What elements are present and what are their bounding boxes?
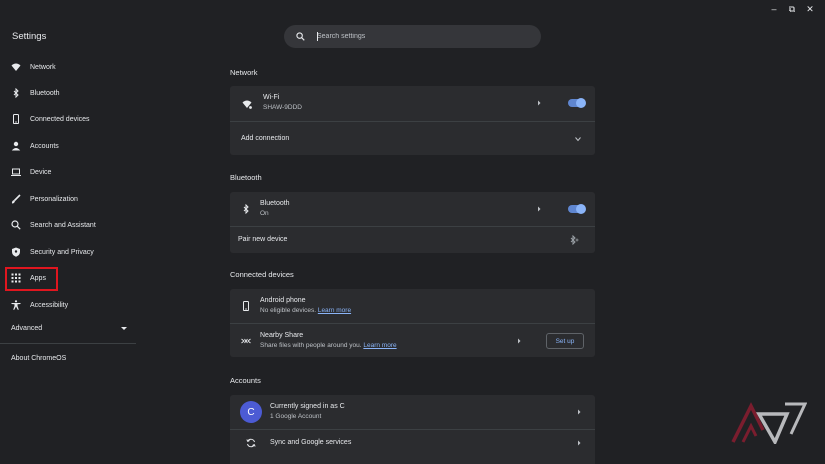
app-title: Settings (12, 31, 47, 42)
sidebar-item-accounts[interactable]: Accounts (0, 136, 136, 156)
sidebar-item-label: Network (30, 63, 56, 71)
apps-highlight-box (5, 267, 58, 291)
android-phone-desc: No eligible devices. (260, 307, 317, 314)
sidebar-item-accessibility[interactable]: Accessibility (0, 295, 136, 315)
bluetooth-icon (11, 88, 21, 98)
laptop-icon (11, 167, 21, 177)
close-icon[interactable]: ✕ (805, 4, 815, 14)
sidebar-item-label: Device (30, 168, 52, 176)
watermark-logo (731, 402, 807, 444)
search-icon (296, 32, 305, 41)
triangle-down-icon (121, 327, 127, 330)
wifi-settings-icon (242, 99, 252, 109)
sidebar-item-label: Connected devices (30, 115, 90, 123)
section-title-bluetooth: Bluetooth (230, 173, 262, 182)
wifi-row[interactable]: Wi-Fi SHAW-9DDD (230, 86, 595, 121)
section-title-network: Network (230, 68, 258, 77)
brush-icon (11, 194, 21, 204)
chevron-down-icon[interactable] (575, 136, 581, 142)
pair-new-device-row[interactable]: Pair new device (230, 226, 595, 253)
sidebar-item-label: Accessibility (30, 301, 69, 309)
bluetooth-card: Bluetooth On Pair new device (230, 192, 595, 253)
nearby-share-icon (241, 336, 251, 346)
sidebar-divider (0, 343, 136, 344)
sidebar-item-search-and-assistant[interactable]: Search and Assistant (0, 215, 136, 235)
android-phone-label: Android phone (260, 297, 306, 304)
sidebar-item-bluetooth[interactable]: Bluetooth (0, 83, 136, 103)
learn-more-link[interactable]: Learn more (363, 342, 396, 349)
bluetooth-add-icon (569, 235, 579, 245)
sidebar-item-label: Security and Privacy (30, 248, 94, 256)
window-controls: – ⧉ ✕ (769, 4, 815, 14)
sidebar-item-personalization[interactable]: Personalization (0, 189, 136, 209)
bluetooth-icon (241, 204, 251, 214)
minimize-icon[interactable]: – (769, 4, 779, 14)
sidebar-item-label: Accounts (30, 142, 59, 150)
sync-label: Sync and Google services (270, 439, 352, 446)
sidebar-item-label: Personalization (30, 195, 78, 203)
sidebar-item-label: Bluetooth (30, 89, 60, 97)
network-card: Wi-Fi SHAW-9DDD Add connection (230, 86, 595, 155)
connected-devices-card: Android phone No eligible devices. Learn… (230, 289, 595, 357)
sidebar-about-chromeos[interactable]: About ChromeOS (11, 355, 66, 362)
chevron-right-icon[interactable] (536, 100, 542, 106)
bluetooth-label: Bluetooth (260, 200, 290, 207)
chevron-right-icon[interactable] (536, 206, 542, 212)
chevron-right-icon[interactable] (516, 338, 522, 344)
android-phone-row: Android phone No eligible devices. Learn… (230, 289, 595, 323)
sync-icon (246, 438, 256, 448)
shield-icon (11, 247, 21, 257)
search-icon (11, 220, 21, 230)
wifi-toggle[interactable] (568, 98, 586, 108)
sidebar-item-device[interactable]: Device (0, 162, 136, 182)
signed-in-label: Currently signed in as C (270, 403, 345, 410)
search-input[interactable] (317, 33, 517, 40)
accessibility-icon (11, 300, 21, 310)
chevron-right-icon[interactable] (576, 440, 582, 446)
nearby-share-label: Nearby Share (260, 332, 304, 339)
text-caret (317, 32, 318, 41)
bluetooth-toggle[interactable] (568, 204, 586, 214)
account-row[interactable]: Currently signed in as C 1 Google Accoun… (230, 395, 595, 429)
add-connection-label: Add connection (241, 135, 290, 142)
sidebar-item-network[interactable]: Network (0, 57, 136, 77)
learn-more-link[interactable]: Learn more (318, 307, 351, 314)
search-bar[interactable] (284, 25, 541, 48)
wifi-label: Wi-Fi (263, 94, 280, 101)
sync-row[interactable]: Sync and Google services (230, 429, 595, 455)
phone-icon (241, 301, 251, 311)
advanced-label: Advanced (11, 325, 43, 332)
sidebar-advanced[interactable]: Advanced (11, 325, 127, 332)
accounts-card: Currently signed in as C 1 Google Accoun… (230, 395, 595, 464)
restore-icon[interactable]: ⧉ (787, 4, 797, 14)
phone-icon (11, 114, 21, 124)
google-account-count: 1 Google Account (270, 413, 322, 420)
bluetooth-row[interactable]: Bluetooth On (230, 192, 595, 226)
avatar: C (240, 401, 262, 423)
sidebar-item-connected-devices[interactable]: Connected devices (0, 109, 136, 129)
person-icon (11, 141, 21, 151)
bluetooth-status: On (260, 210, 269, 217)
wifi-icon (11, 62, 21, 72)
pair-new-device-label: Pair new device (238, 236, 288, 243)
nearby-share-row[interactable]: Nearby Share Share files with people aro… (230, 323, 595, 357)
section-title-connected-devices: Connected devices (230, 270, 294, 279)
nearby-share-desc: Share files with people around you. (260, 342, 362, 349)
sidebar-item-label: Search and Assistant (30, 221, 96, 229)
wifi-ssid: SHAW-9DDD (263, 104, 303, 111)
set-up-button[interactable]: Set up (546, 333, 584, 349)
section-title-accounts: Accounts (230, 376, 261, 385)
add-connection-row[interactable]: Add connection (230, 121, 595, 155)
chevron-right-icon[interactable] (576, 409, 582, 415)
sidebar-item-security-and-privacy[interactable]: Security and Privacy (0, 242, 136, 262)
